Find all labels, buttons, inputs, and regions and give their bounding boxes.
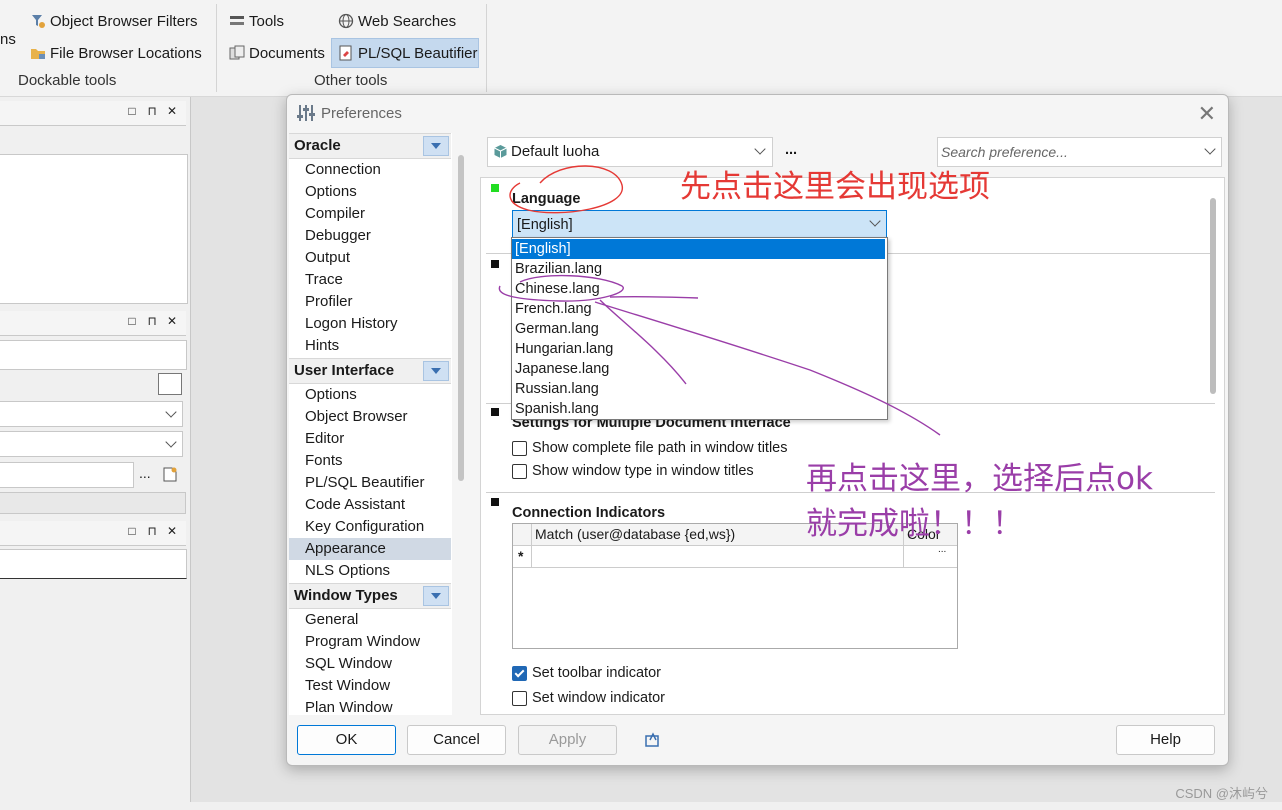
annotation-purple-text-2: 就完成啦！！！ — [806, 506, 1023, 542]
red-circle-stroke — [509, 165, 623, 214]
purple-stroke — [609, 295, 699, 299]
purple-stroke — [599, 299, 687, 385]
watermark: CSDN @沐屿兮 — [1175, 786, 1268, 801]
purple-stroke — [594, 301, 941, 436]
annotation-red-text: 先点击这里会出现选项 — [680, 169, 990, 205]
annotation-strokes — [498, 165, 941, 436]
annotation-purple-text-1: 再点击这里，选择后点ok — [806, 461, 1153, 497]
purple-circle-stroke — [498, 274, 624, 302]
